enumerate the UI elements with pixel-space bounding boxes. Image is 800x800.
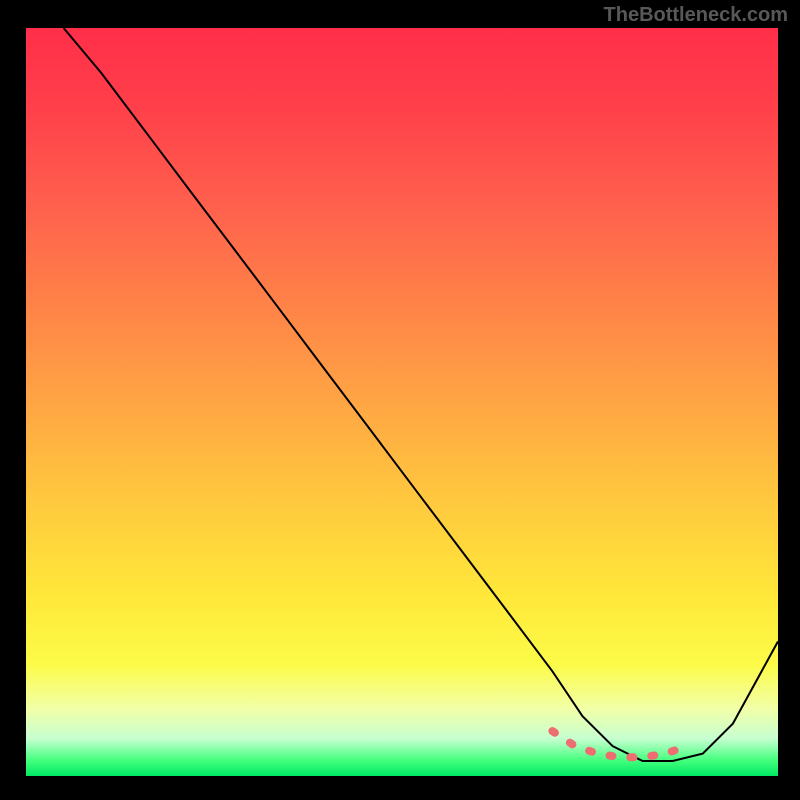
valley-marker-path [552,731,687,757]
attribution-text: TheBottleneck.com [604,4,788,27]
bottleneck-curve-path [64,28,778,761]
chart-svg [26,28,778,776]
chart-plot-area [26,28,778,776]
